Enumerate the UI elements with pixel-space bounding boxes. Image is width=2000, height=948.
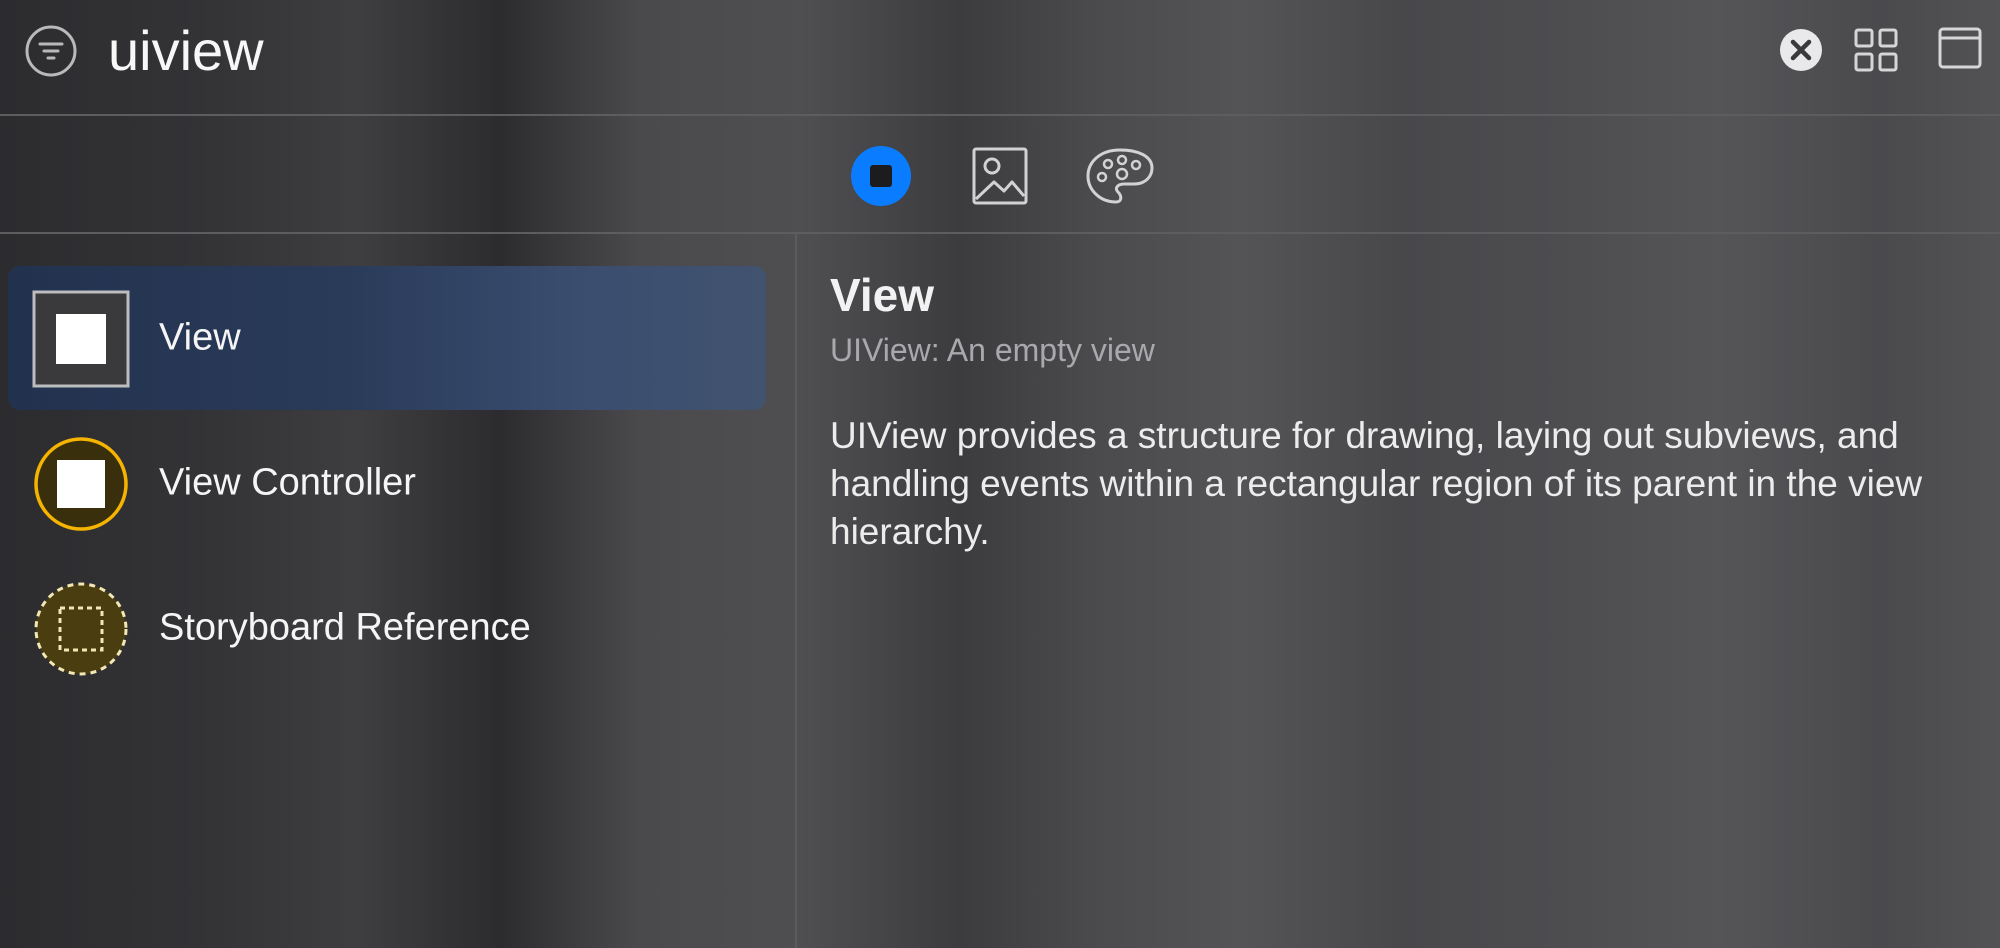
list-item-label: Storyboard Reference	[159, 606, 531, 649]
detail-subtitle: UIView: An empty view	[830, 332, 1155, 368]
clear-search-icon[interactable]	[1778, 27, 1824, 73]
list-item-label: View	[159, 316, 241, 359]
detail-description: UIView provides a structure for drawing,…	[830, 415, 1923, 552]
search-header	[0, 0, 2000, 116]
object-library-window: View View Controller Storyboard Referenc…	[0, 0, 2000, 948]
library-item-list: View View Controller Storyboard Referenc…	[0, 234, 797, 948]
list-item-label: View Controller	[159, 461, 416, 504]
window-panel-icon[interactable]	[1936, 24, 1984, 72]
list-item-storyboard-reference[interactable]: Storyboard Reference	[8, 556, 766, 700]
detail-title: View	[830, 269, 934, 321]
color-palette-icon[interactable]	[1084, 144, 1156, 208]
storyboard-reference-icon	[34, 582, 128, 676]
list-item-view-controller[interactable]: View Controller	[8, 411, 766, 555]
search-input[interactable]	[108, 14, 1728, 86]
view-controller-icon	[34, 437, 128, 531]
library-tab-bar	[0, 116, 2000, 234]
image-library-icon[interactable]	[968, 144, 1032, 208]
list-item-view[interactable]: View	[8, 266, 766, 410]
view-square-icon	[32, 290, 130, 388]
grid-view-icon[interactable]	[1852, 26, 1900, 74]
objects-library-icon[interactable]	[849, 144, 913, 208]
filter-icon[interactable]	[24, 24, 78, 78]
